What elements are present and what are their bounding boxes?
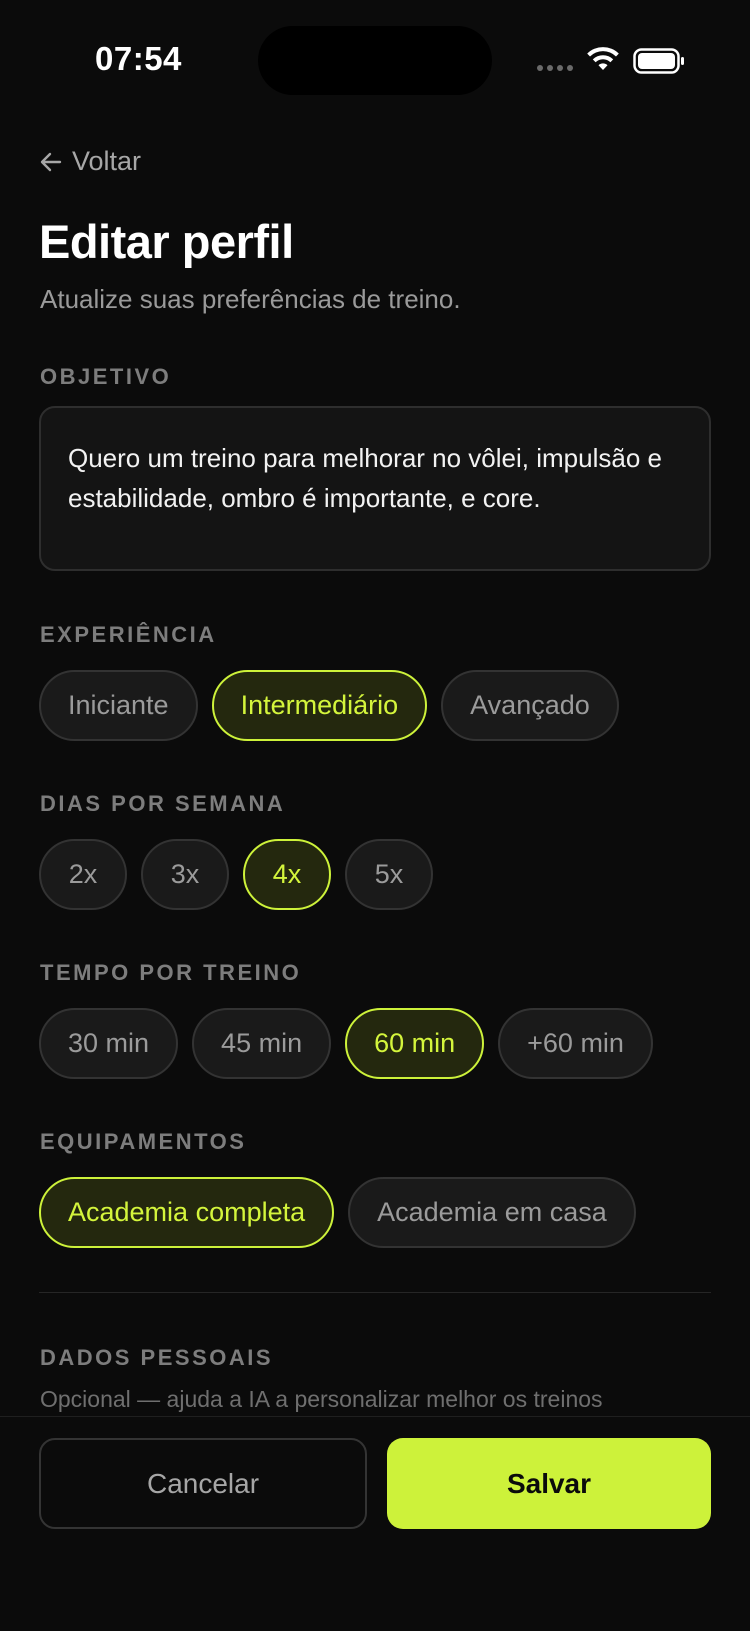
duration-option-60-plus[interactable]: +60 min bbox=[498, 1008, 653, 1079]
arrow-left-icon bbox=[40, 152, 62, 171]
equipment-option-home-gym[interactable]: Academia em casa bbox=[348, 1177, 636, 1248]
equipment-section-label: EQUIPAMENTOS bbox=[40, 1129, 247, 1154]
edit-profile-screen: 07:54 Voltar Editar perfil Atualize suas… bbox=[0, 0, 750, 1631]
personal-section-label: DADOS PESSOAIS bbox=[40, 1345, 274, 1370]
cellular-signal-icon bbox=[537, 65, 573, 71]
dynamic-island bbox=[258, 26, 492, 95]
equipment-option-full-gym[interactable]: Academia completa bbox=[39, 1177, 335, 1248]
status-time: 07:54 bbox=[95, 40, 182, 77]
experience-section-label: EXPERIÊNCIA bbox=[40, 622, 217, 647]
days-options: 2x 3x 4x 5x bbox=[39, 839, 433, 910]
wifi-icon bbox=[587, 47, 619, 70]
personal-section-subtitle: Opcional — ajuda a IA a personalizar mel… bbox=[40, 1386, 603, 1412]
experience-option-intermediario[interactable]: Intermediário bbox=[211, 670, 428, 741]
days-option-3x[interactable]: 3x bbox=[141, 839, 229, 910]
days-option-2x[interactable]: 2x bbox=[39, 839, 127, 910]
equipment-options: Academia completa Academia em casa bbox=[39, 1177, 636, 1248]
duration-options: 30 min 45 min 60 min +60 min bbox=[39, 1008, 653, 1079]
battery-icon bbox=[633, 48, 684, 74]
experience-options: Iniciante Intermediário Avançado bbox=[39, 670, 619, 741]
duration-section-label: TEMPO POR TREINO bbox=[40, 960, 302, 985]
save-button[interactable]: Salvar bbox=[387, 1438, 711, 1529]
section-divider bbox=[39, 1292, 711, 1293]
page-title: Editar perfil bbox=[39, 215, 294, 268]
duration-option-30[interactable]: 30 min bbox=[39, 1008, 179, 1079]
experience-option-iniciante[interactable]: Iniciante bbox=[39, 670, 198, 741]
duration-option-45[interactable]: 45 min bbox=[192, 1008, 332, 1079]
cancel-button[interactable]: Cancelar bbox=[39, 1438, 367, 1529]
goal-textarea[interactable]: Quero um treino para melhorar no vôlei, … bbox=[39, 406, 711, 571]
days-option-4x[interactable]: 4x bbox=[243, 839, 331, 910]
back-button[interactable]: Voltar bbox=[40, 146, 141, 177]
days-section-label: DIAS POR SEMANA bbox=[40, 791, 286, 816]
duration-option-60[interactable]: 60 min bbox=[345, 1008, 485, 1079]
page-subtitle: Atualize suas preferências de treino. bbox=[40, 284, 461, 314]
experience-option-avancado[interactable]: Avançado bbox=[441, 670, 619, 741]
days-option-5x[interactable]: 5x bbox=[345, 839, 433, 910]
goal-section-label: OBJETIVO bbox=[40, 364, 172, 389]
back-label: Voltar bbox=[72, 146, 142, 176]
